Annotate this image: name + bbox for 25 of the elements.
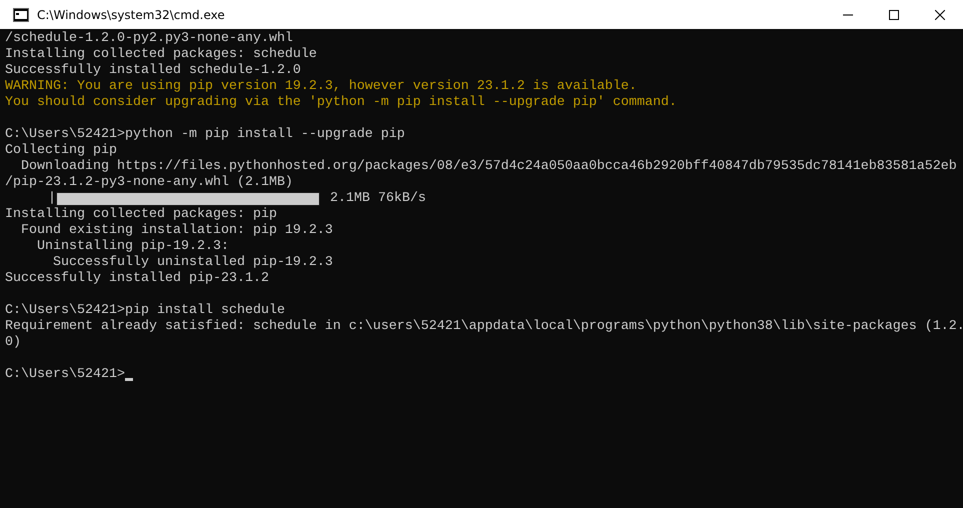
console-line: Collecting pip <box>5 143 117 159</box>
terminal-icon <box>13 8 29 22</box>
window-title: C:\Windows\system32\cmd.exe <box>37 8 226 22</box>
console-line: Successfully installed schedule-1.2.0 <box>5 63 301 79</box>
console-line: /schedule-1.2.0-py2.py3-none-any.whl <box>5 31 293 47</box>
close-icon <box>935 10 945 20</box>
console-line: Successfully uninstalled pip-19.2.3 <box>52 255 333 271</box>
console-line: You should consider upgrading via the 'python -m pip install --upgrade pip' command. <box>5 95 677 111</box>
console-line: Installing collected packages: schedule <box>5 47 317 63</box>
console-line: Successfully installed pip-23.1.2 <box>5 271 269 287</box>
console-line: Installing collected packages: pip <box>5 207 277 223</box>
console-line: Found existing installation: pip 19.2.3 <box>20 223 333 239</box>
progress-edge: | <box>48 191 56 207</box>
console-line: Uninstalling pip-19.2.3: <box>36 239 229 255</box>
console-line: C:\Users\52421>python -m pip install --upgrade pip <box>5 127 405 143</box>
console-prompt: C:\Users\52421> <box>5 367 125 383</box>
text-cursor <box>124 378 133 381</box>
console-line: /pip-23.1.2-py3-none-any.whl (2.1MB) <box>5 175 293 191</box>
console-line: C:\Users\52421>pip install schedule <box>5 303 285 319</box>
console-line: 0) <box>5 335 21 351</box>
progress-reading: 2.1MB 76kB/s <box>330 191 426 207</box>
console-line: Downloading https://files.pythonhosted.org/packages/08/e3/57d4c24a050aa0bcca46b2920bff40847db79535dc78141eb83581a52eb <box>20 159 957 175</box>
console-line: Requirement already satisfied: schedule in c:\users\52421\appdata\local\programs\python\python38\lib\site-packages (1.2. <box>5 319 963 335</box>
console-line: WARNING: You are using pip version 19.2.3, however version 23.1.2 is available. <box>5 79 637 95</box>
maximize-icon <box>889 10 899 20</box>
